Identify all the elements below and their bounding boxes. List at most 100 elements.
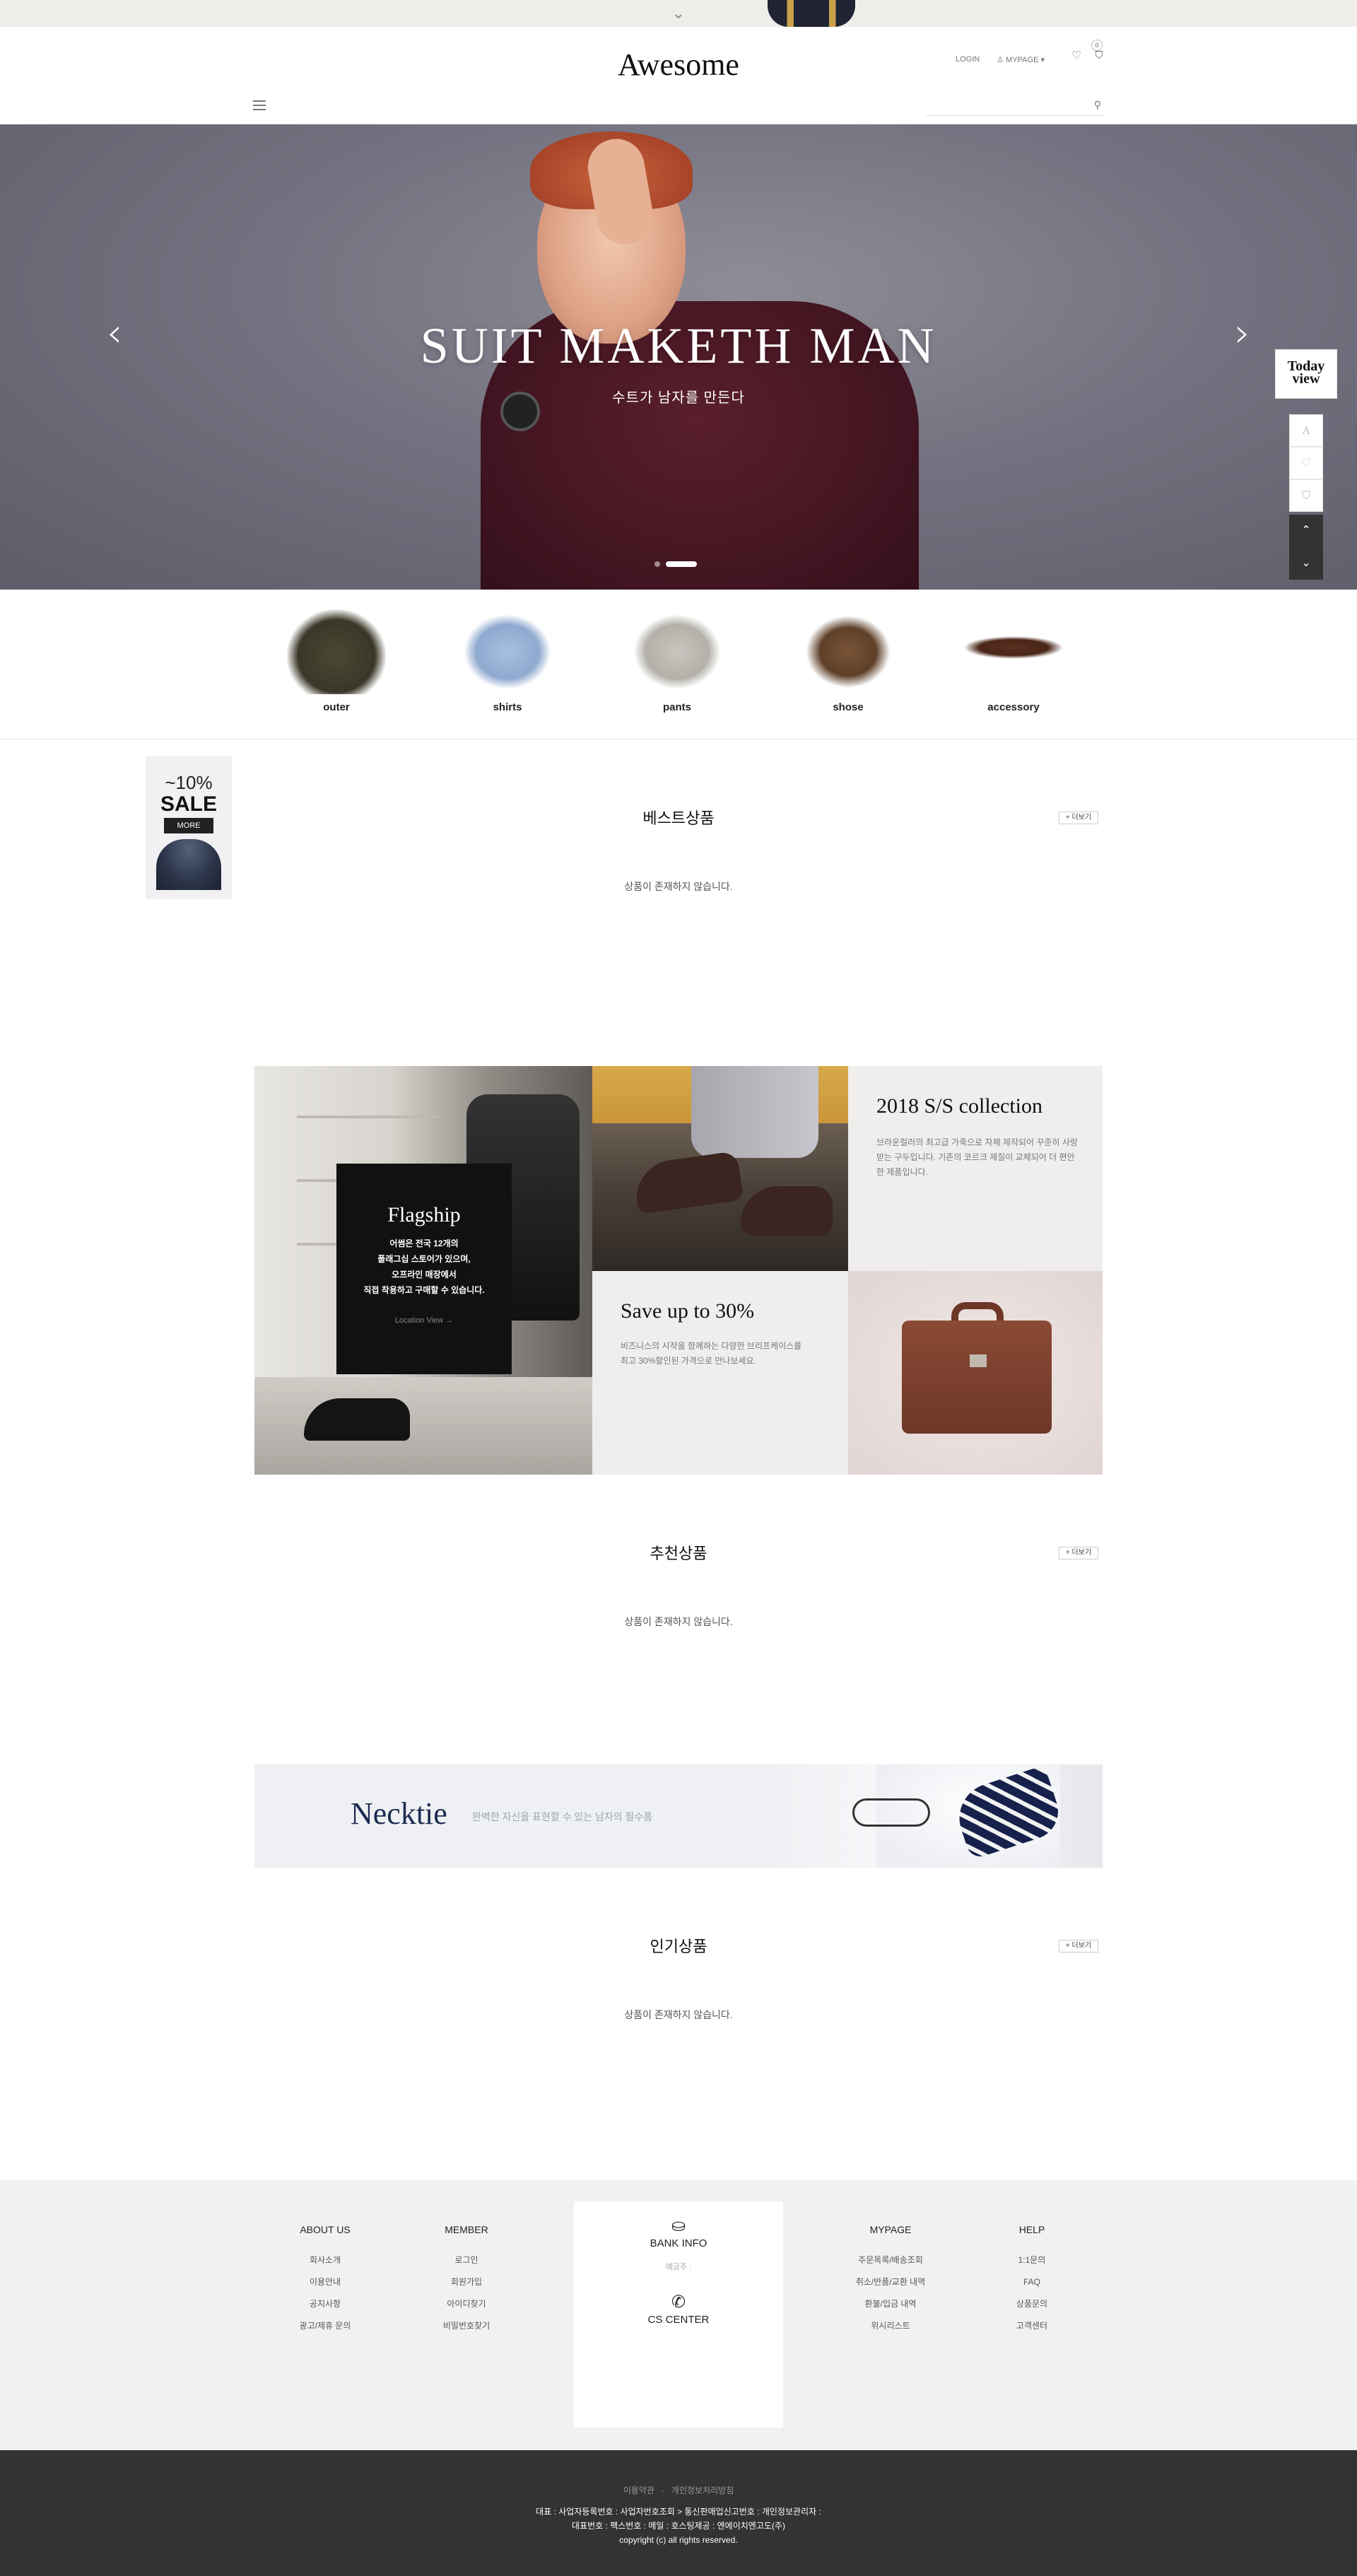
- necktie-title: Necktie: [351, 1796, 447, 1831]
- company-info-line: 대표 : 사업자등록번호 : 사업자번호조회 > 통신판매업신고번호 : 개인정…: [536, 2507, 821, 2517]
- chevron-right-icon[interactable]: ›: [1228, 312, 1257, 355]
- heart-icon[interactable]: ♡: [1070, 49, 1083, 62]
- login-link[interactable]: LOGIN: [956, 55, 980, 64]
- footer-link[interactable]: 로그인: [410, 2249, 523, 2271]
- menu-icon[interactable]: [253, 100, 266, 110]
- slider-dot-active[interactable]: [666, 561, 697, 567]
- pants-image: [628, 609, 727, 694]
- utility-menu: LOGIN ♙ MYPAGE ▾: [956, 52, 1045, 66]
- chevron-down-icon[interactable]: ⌄: [669, 6, 688, 21]
- cart-icon[interactable]: ⛉: [1289, 479, 1323, 512]
- belt-image: [964, 609, 1063, 694]
- footer-link[interactable]: 아이디찾기: [410, 2293, 523, 2315]
- scroll-bottom-icon[interactable]: ⌄: [1289, 547, 1323, 580]
- footer-link[interactable]: 공지사항: [269, 2293, 382, 2315]
- category-pants[interactable]: pants: [613, 609, 741, 713]
- footer-link[interactable]: FAQ: [975, 2271, 1088, 2293]
- necktie-banner[interactable]: Necktie 완벽한 자신을 표현할 수 있는 남자의 필수품: [254, 1764, 1103, 1868]
- recommend-more-button[interactable]: + 더보기: [1059, 1547, 1098, 1559]
- site-logo[interactable]: Awesome: [608, 47, 749, 83]
- briefcase-image: [902, 1321, 1052, 1434]
- header-icons: ♡ ⛉: [1070, 49, 1105, 62]
- hero-title: SUIT MAKETH MAN: [420, 317, 937, 374]
- mypage-link[interactable]: ♙ MYPAGE ▾: [997, 55, 1045, 64]
- policy-links: 이용약관 · 개인정보처리방침: [623, 2486, 734, 2495]
- footer-link[interactable]: 환불/입금 내역: [834, 2293, 947, 2315]
- flagship-desc-line: 플래그십 스토어가 있으며,: [377, 1254, 471, 1264]
- footer-heading: HELP: [1018, 2224, 1045, 2235]
- footer-link[interactable]: 이용안내: [269, 2271, 382, 2293]
- sale-banner[interactable]: ~10% SALE MORE: [146, 756, 232, 899]
- category-label: outer: [323, 701, 350, 713]
- save-desc: 비즈니스의 시작을 함께하는 다양한 브리프케이스를 최고 30%할인된 가격으…: [621, 1341, 802, 1366]
- caret-down-icon: ▾: [1038, 55, 1045, 64]
- glasses-image: [852, 1798, 930, 1827]
- category-shirts[interactable]: shirts: [444, 609, 571, 713]
- shoes-image: [799, 609, 898, 694]
- category-label: accessory: [987, 701, 1040, 713]
- company-info-line: 대표번호 : 팩스번호 : 메일 : 호스팅제공 : 엔에이치엔고도(주): [572, 2521, 785, 2531]
- shoe-image: [631, 1150, 744, 1215]
- mypage-label: MYPAGE: [1006, 55, 1039, 64]
- category-shose[interactable]: shose: [785, 609, 912, 713]
- scroll-top-icon[interactable]: ⌃: [1289, 515, 1323, 547]
- site-header: Awesome LOGIN ♙ MYPAGE ▾ ♡ ⛉ 0 ⚲: [0, 27, 1357, 124]
- shoe-image: [741, 1186, 833, 1236]
- footer-member: MEMBER 로그인 회원가입 아이디찾기 비밀번호찾기: [410, 2224, 523, 2337]
- category-accessory[interactable]: accessory: [950, 609, 1077, 713]
- footer-link[interactable]: 회사소개: [269, 2249, 382, 2271]
- footer-heading: MEMBER: [445, 2224, 488, 2235]
- footer-link[interactable]: 회원가입: [410, 2271, 523, 2293]
- sale-percent: ~10%: [165, 772, 213, 793]
- user-icon: ♙: [997, 55, 1006, 64]
- promo-shoes-image[interactable]: [768, 0, 855, 27]
- search-input[interactable]: [926, 98, 1081, 115]
- footer-link[interactable]: 비밀번호찾기: [410, 2315, 523, 2337]
- today-view-panel[interactable]: Today view: [1275, 349, 1337, 399]
- save-title: Save up to 30%: [621, 1299, 755, 1323]
- phone-icon: ✆: [671, 2293, 686, 2312]
- wishlist-icon[interactable]: ♡: [1289, 447, 1323, 479]
- footer-link[interactable]: 고객센터: [975, 2315, 1088, 2337]
- shelf: [297, 1116, 438, 1118]
- category-outer[interactable]: outer: [273, 609, 400, 713]
- slider-pagination: [654, 561, 697, 567]
- recent-view-icon[interactable]: A: [1289, 414, 1323, 447]
- slider-dot[interactable]: [654, 561, 660, 567]
- save-card[interactable]: Save up to 30% 비즈니스의 시작을 함께하는 다양한 브리프케이스…: [592, 1271, 848, 1475]
- footer-link[interactable]: 상품문의: [975, 2293, 1088, 2315]
- best-empty-message: 상품이 존재하지 않습니다.: [624, 881, 733, 892]
- footer-link[interactable]: 취소/반품/교환 내역: [834, 2271, 947, 2293]
- briefcase-lock: [970, 1354, 987, 1367]
- collection-desc: 브라운컬러의 최고급 가죽으로 자체 제작되어 꾸준히 사랑받는 구두입니다. …: [876, 1137, 1078, 1177]
- terms-link[interactable]: 이용약관: [623, 2486, 654, 2495]
- footer-link[interactable]: 주문목록/배송조회: [834, 2249, 947, 2271]
- footer-heading: ABOUT US: [300, 2224, 351, 2235]
- location-view-link[interactable]: Location View →: [336, 1316, 512, 1325]
- privacy-link[interactable]: 개인정보처리방침: [671, 2486, 734, 2495]
- cart-icon[interactable]: ⛉: [1093, 49, 1105, 62]
- sale-jacket-image: [156, 839, 221, 890]
- trouser-image: [691, 1066, 818, 1158]
- store-shoe-image: [304, 1398, 410, 1441]
- chevron-left-icon[interactable]: ‹: [100, 312, 129, 355]
- flagship-overlay: Flagship 어썸은 전국 12개의 플래그십 스토어가 있으며, 오프라인…: [336, 1164, 512, 1374]
- footer-heading: MYPAGE: [869, 2224, 912, 2235]
- bank-holder: 예금주 :: [665, 2263, 692, 2271]
- necktie-desc: 완벽한 자신을 표현할 수 있는 남자의 필수품: [472, 1811, 653, 1822]
- flagship-banner[interactable]: Flagship 어썸은 전국 12개의 플래그십 스토어가 있으며, 오프라인…: [254, 1066, 592, 1475]
- promo-grid: Flagship 어썸은 전국 12개의 플래그십 스토어가 있으며, 오프라인…: [254, 1066, 1103, 1475]
- collection-title: 2018 S/S collection: [876, 1094, 1042, 1118]
- footer-link[interactable]: 위시리스트: [834, 2315, 947, 2337]
- footer-link[interactable]: 1:1문의: [975, 2249, 1088, 2271]
- category-label: shose: [833, 701, 864, 713]
- sale-more-button[interactable]: MORE: [164, 818, 213, 833]
- search-icon[interactable]: ⚲: [1094, 99, 1101, 111]
- collection-card[interactable]: 2018 S/S collection 브라운컬러의 최고급 가죽으로 자체 제…: [848, 1066, 1103, 1271]
- footer-link[interactable]: 광고/제휴 문의: [269, 2315, 382, 2337]
- shoes-banner-image[interactable]: [592, 1066, 848, 1271]
- best-more-button[interactable]: + 더보기: [1059, 812, 1098, 824]
- briefcase-banner-image[interactable]: [848, 1271, 1103, 1475]
- popular-more-button[interactable]: + 더보기: [1059, 1940, 1098, 1953]
- best-section-title: 베스트상품: [642, 809, 715, 827]
